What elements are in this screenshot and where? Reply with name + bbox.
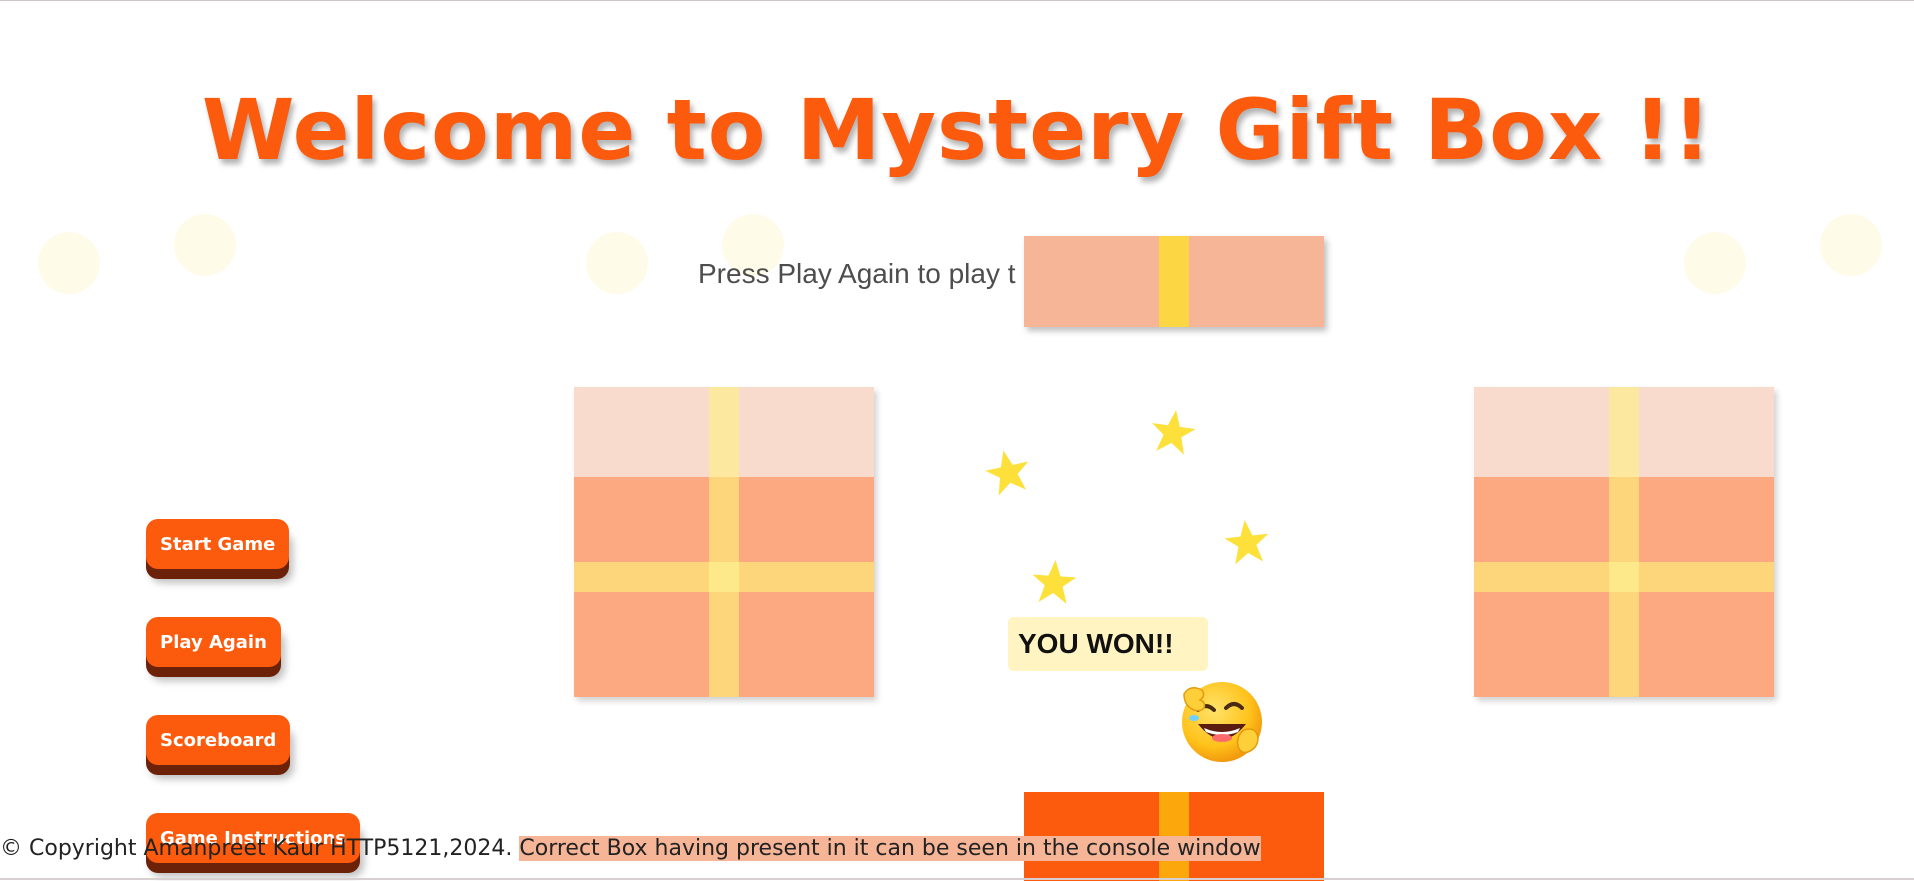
star-icon: [985, 450, 1029, 496]
gift-box-ribbon-knot: [1609, 562, 1639, 592]
gift-box-right[interactable]: [1474, 387, 1774, 697]
copyright-text: © Copyright Amanpreet Kaur HTTP5121,2024…: [0, 836, 513, 861]
top-border: [0, 0, 1914, 1]
gift-box-ribbon-lid: [709, 387, 739, 477]
laughing-face-emoji-icon: [1182, 682, 1262, 762]
play-again-hint: Press Play Again to play t: [698, 258, 1016, 289]
bottom-border: [0, 878, 1914, 880]
play-again-button[interactable]: Play Again: [146, 617, 281, 667]
game-stage: Welcome to Mystery Gift Box !! Press Pla…: [0, 0, 1914, 881]
gift-box-ribbon-knot: [709, 562, 739, 592]
page-title: Welcome to Mystery Gift Box !!: [201, 81, 1713, 179]
background-bubble: [1820, 214, 1882, 276]
background-bubble: [38, 232, 100, 294]
scoreboard-button[interactable]: Scoreboard: [146, 715, 291, 765]
background-bubble: [1684, 232, 1746, 294]
star-icon: [1224, 520, 1269, 565]
lid-ribbon: [1159, 236, 1189, 327]
star-icon: [1032, 560, 1077, 604]
gift-box-left[interactable]: [574, 387, 874, 697]
result-message: YOU WON!!: [1008, 617, 1208, 671]
start-game-button[interactable]: Start Game: [146, 519, 290, 569]
background-bubble: [586, 232, 648, 294]
opened-box-lid: [1024, 236, 1324, 327]
star-icon: [1152, 410, 1196, 455]
footer: © Copyright Amanpreet Kaur HTTP5121,2024…: [0, 836, 1261, 861]
console-hint-text: Correct Box having present in it can be …: [519, 836, 1261, 861]
background-bubble: [174, 214, 236, 276]
gift-box-ribbon-lid: [1609, 387, 1639, 477]
